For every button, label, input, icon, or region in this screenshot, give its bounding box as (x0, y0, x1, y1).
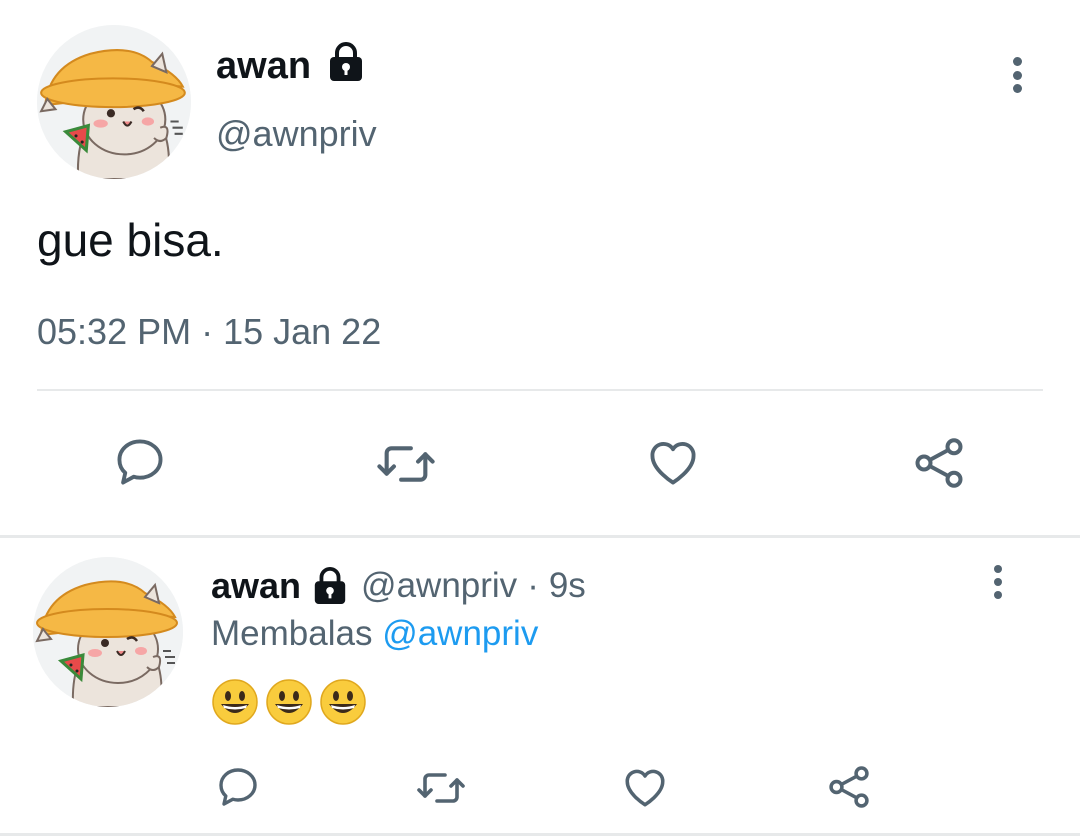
more-dot-icon (993, 578, 1002, 586)
share-button[interactable] (908, 432, 970, 494)
more-dot-icon (993, 591, 1002, 599)
like-button[interactable] (619, 762, 671, 812)
retweet-icon (417, 773, 465, 803)
section-divider (0, 535, 1080, 538)
reply-button[interactable] (213, 762, 263, 812)
author-name[interactable]: awan (216, 42, 311, 90)
like-icon (625, 769, 665, 807)
retweet-icon (377, 446, 435, 482)
lock-icon (311, 566, 349, 606)
reply-author-name[interactable]: awan (211, 565, 301, 607)
like-icon (650, 441, 696, 485)
share-button[interactable] (823, 761, 875, 813)
lock-icon (326, 41, 366, 83)
more-dot-icon (1012, 70, 1022, 80)
share-icon (915, 438, 963, 488)
tweet-text: gue bisa. (37, 214, 224, 266)
reply-author-handle[interactable]: @awnpriv (361, 566, 517, 606)
grinning-face-emoji (266, 679, 312, 725)
reply-header: awan @awnpriv · 9s (211, 562, 586, 610)
retweet-button[interactable] (374, 434, 438, 494)
more-dot-icon (1012, 84, 1022, 93)
reply-more-options-button[interactable] (991, 565, 1004, 599)
cat-avatar-image (33, 557, 183, 707)
retweet-button[interactable] (413, 763, 469, 813)
bottom-divider (0, 833, 1080, 836)
reply-button[interactable] (110, 432, 170, 492)
meta-separator: · (527, 566, 539, 605)
more-dot-icon (993, 565, 1002, 573)
share-icon (829, 766, 869, 808)
author-handle[interactable]: @awnpriv (216, 112, 377, 156)
reply-icon (117, 439, 163, 485)
like-button[interactable] (643, 432, 703, 492)
avatar[interactable] (37, 25, 191, 179)
replying-to-mention[interactable]: @awnpriv (382, 614, 538, 653)
reply-time-ago[interactable]: 9s (549, 566, 586, 606)
reply-icon (219, 768, 257, 806)
more-dot-icon (1012, 57, 1022, 66)
divider (37, 389, 1043, 391)
tweet-timestamp[interactable]: 05:32 PM · 15 Jan 22 (37, 310, 381, 354)
cat-avatar-image (37, 25, 191, 179)
replying-to-line: Membalas @awnpriv (211, 612, 538, 656)
grinning-face-emoji (212, 679, 258, 725)
reply-avatar[interactable] (33, 557, 183, 707)
grinning-face-emoji (320, 679, 366, 725)
replying-label: Membalas (211, 614, 373, 653)
reply-emoji-text (211, 678, 367, 726)
more-options-button[interactable] (1010, 57, 1024, 93)
